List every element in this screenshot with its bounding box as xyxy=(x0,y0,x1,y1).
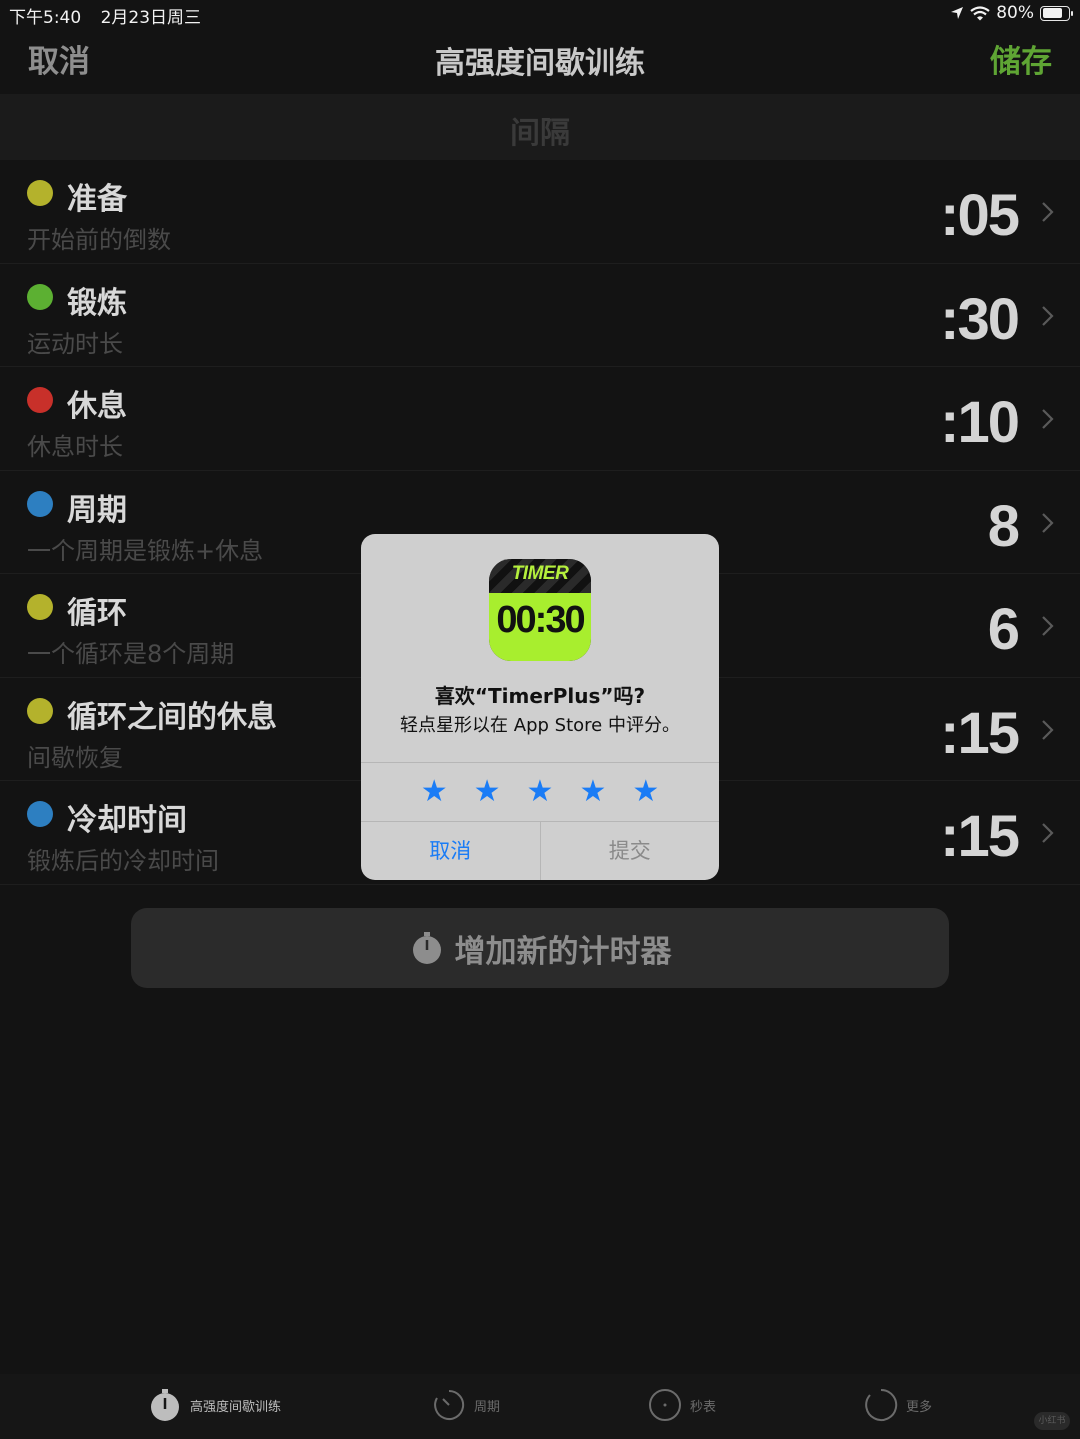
chevron-right-icon xyxy=(1042,719,1054,740)
battery-percent: 80% xyxy=(996,3,1034,23)
status-date: 2月23日周三 xyxy=(100,8,202,28)
row-subtitle: 休息时长 xyxy=(27,433,123,461)
row-subtitle: 一个循环是8个周期 xyxy=(27,640,235,668)
row-value: :30 xyxy=(940,286,1020,352)
star-icon[interactable]: ★ xyxy=(632,777,659,807)
dialog-title: 喜欢“TimerPlus”吗? xyxy=(434,684,646,708)
chevron-right-icon xyxy=(1042,823,1054,843)
dialog-cancel-button[interactable]: 取消 xyxy=(361,822,541,880)
star-icon[interactable]: ★ xyxy=(527,777,554,807)
tab-cycle[interactable]: 周期 xyxy=(432,1388,500,1422)
row-label: 周期 xyxy=(67,492,127,528)
dialog-message: 轻点星形以在 App Store 中评分。 xyxy=(400,715,680,736)
row-label: 休息 xyxy=(67,389,127,424)
battery-fill xyxy=(1042,8,1062,18)
nav-bar: 取消 高强度间歇训练 储存 xyxy=(0,28,1080,94)
tab-label: 周期 xyxy=(474,1399,501,1415)
tab-label: 更多 xyxy=(906,1399,933,1415)
color-dot xyxy=(27,387,53,413)
tab-stopwatch[interactable]: 秒表 xyxy=(648,1388,716,1422)
app-icon: TIMER 00:30 xyxy=(489,559,591,661)
row-label: 循环之间的休息 xyxy=(67,699,277,735)
watermark: 小红书 xyxy=(1034,1412,1070,1430)
star-rating: ★ ★ ★ ★ ★ xyxy=(361,762,719,822)
rating-dialog: TIMER 00:30 喜欢“TimerPlus”吗? 轻点星形以在 App S… xyxy=(361,534,719,880)
tab-label: 高强度间歇训练 xyxy=(190,1399,282,1415)
row-value: :05 xyxy=(940,183,1020,248)
row-value: 6 xyxy=(987,597,1020,662)
add-timer-label: 增加新的计时器 xyxy=(454,933,672,970)
dot-circle-icon xyxy=(649,1389,681,1421)
row-subtitle: 一个周期是锻炼+休息 xyxy=(27,536,264,565)
color-dot xyxy=(27,283,53,310)
color-dot xyxy=(27,801,53,827)
row-label: 准备 xyxy=(67,182,127,217)
section-header: 间隔 xyxy=(0,94,1080,160)
wifi-icon xyxy=(970,5,990,20)
page-title: 高强度间歇训练 xyxy=(435,46,645,81)
status-right: 80% xyxy=(950,3,1073,23)
app-icon-time: 00:30 xyxy=(496,599,585,641)
refresh-circle-icon xyxy=(865,1388,898,1421)
add-timer-button[interactable]: 增加新的计时器 xyxy=(131,908,949,988)
tab-hiit[interactable]: 高强度间歇训练 xyxy=(148,1388,281,1422)
row-value: :15 xyxy=(940,804,1020,869)
row-label: 锻炼 xyxy=(67,285,127,321)
color-dot xyxy=(27,697,53,724)
status-time: 下午5:40 xyxy=(9,8,82,28)
app-icon-brand: TIMER xyxy=(511,563,569,584)
color-dot xyxy=(27,594,53,620)
dialog-actions: 取消 提交 xyxy=(361,822,719,880)
chevron-right-icon xyxy=(1042,512,1054,533)
cycle-icon xyxy=(434,1389,465,1420)
save-button[interactable]: 储存 xyxy=(990,36,1052,81)
chevron-right-icon xyxy=(1042,202,1054,222)
tab-bar: 高强度间歇训练 周期 秒表 更多 xyxy=(0,1374,1080,1439)
star-icon[interactable]: ★ xyxy=(579,777,606,807)
row-prepare[interactable]: 准备 开始前的倒数 :05 xyxy=(0,160,1080,264)
star-icon[interactable]: ★ xyxy=(474,777,501,807)
stopwatch-icon xyxy=(151,1389,179,1421)
star-icon[interactable]: ★ xyxy=(421,777,448,807)
color-dot xyxy=(27,180,53,206)
chevron-right-icon xyxy=(1042,305,1054,326)
status-bar: 下午5:40 2月23日周三 80% xyxy=(0,0,1080,28)
row-subtitle: 运动时长 xyxy=(27,329,123,358)
row-value: 8 xyxy=(987,493,1020,559)
stopwatch-icon xyxy=(412,932,441,964)
row-label: 循环 xyxy=(67,596,127,631)
status-left: 下午5:40 2月23日周三 xyxy=(9,3,215,28)
row-workout[interactable]: 锻炼 运动时长 :30 xyxy=(0,264,1080,367)
section-header-label: 间隔 xyxy=(510,116,570,151)
row-label: 冷却时间 xyxy=(67,803,187,838)
location-icon xyxy=(951,7,964,19)
tab-more[interactable]: 更多 xyxy=(864,1388,932,1422)
dialog-submit-button[interactable]: 提交 xyxy=(541,822,720,880)
chevron-right-icon xyxy=(1042,409,1054,429)
battery-icon xyxy=(1040,5,1073,21)
chevron-right-icon xyxy=(1042,616,1054,636)
page: 下午5:40 2月23日周三 80% 取消 高强度间歇训练 储存 间隔 准备 开… xyxy=(0,0,1080,1439)
row-value: :15 xyxy=(940,700,1020,766)
tab-label: 秒表 xyxy=(690,1399,717,1415)
row-rest[interactable]: 休息 休息时长 :10 xyxy=(0,367,1080,471)
color-dot xyxy=(27,490,53,517)
row-subtitle: 锻炼后的冷却时间 xyxy=(27,847,219,875)
row-subtitle: 间歇恢复 xyxy=(27,743,123,772)
row-subtitle: 开始前的倒数 xyxy=(27,226,171,254)
row-value: :10 xyxy=(940,390,1020,455)
